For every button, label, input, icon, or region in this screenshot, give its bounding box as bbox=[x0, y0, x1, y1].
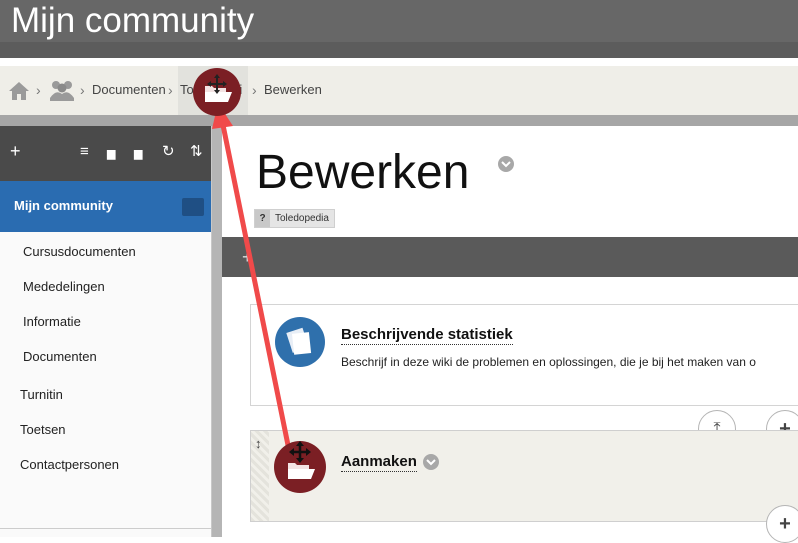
drag-direction-arrow bbox=[212, 103, 293, 458]
folder-move-icon[interactable] bbox=[274, 441, 326, 493]
dragged-folder-icon[interactable] bbox=[193, 68, 241, 116]
